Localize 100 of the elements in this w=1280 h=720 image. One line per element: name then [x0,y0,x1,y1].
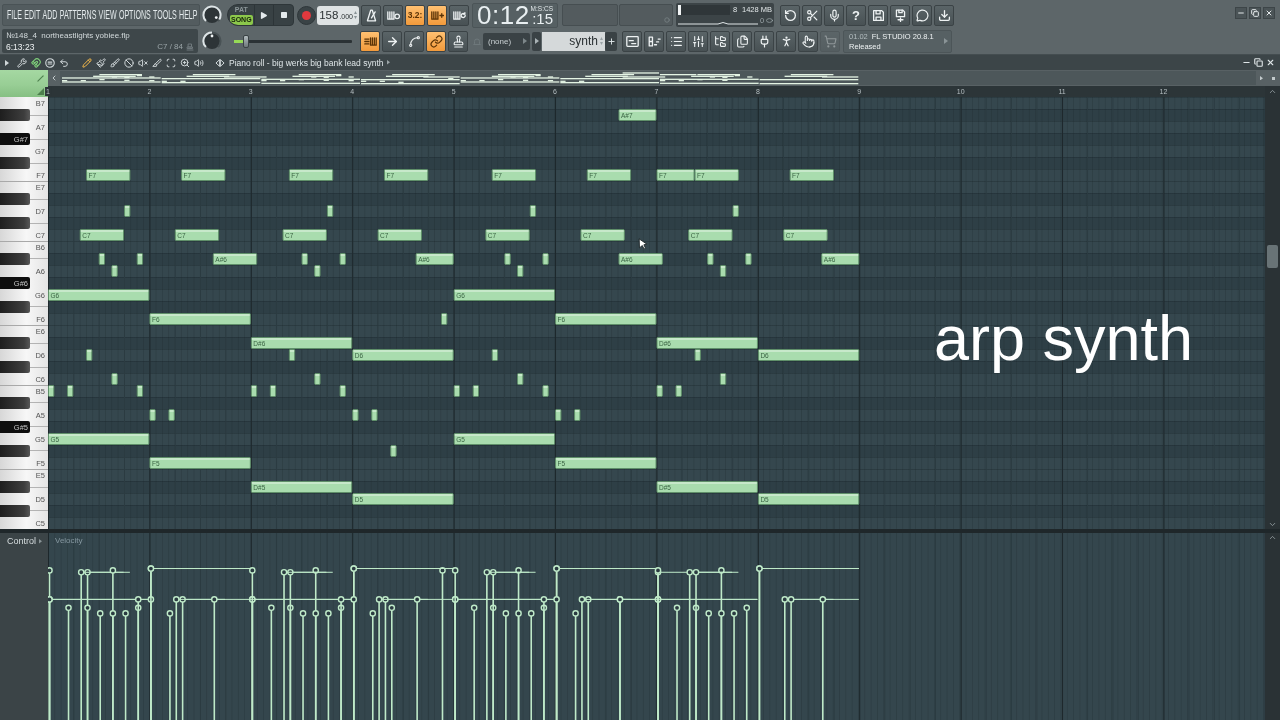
microphone-button[interactable] [824,4,844,26]
note[interactable] [352,409,359,421]
note[interactable] [732,205,739,217]
view-button[interactable] [732,30,752,52]
note[interactable] [542,253,549,265]
note[interactable] [472,385,479,397]
menu-item[interactable]: VIEW [98,8,117,22]
toggle-button[interactable] [361,4,381,26]
pattern-overview[interactable] [60,71,1256,85]
note[interactable] [86,349,93,361]
toggle-button[interactable] [404,30,424,52]
toggle-button[interactable]: 3.2: [405,4,425,26]
note[interactable] [675,385,682,397]
menu-item[interactable]: PATTERNS [59,8,97,22]
note[interactable] [371,409,378,421]
note[interactable] [111,373,118,385]
toggle-button[interactable] [426,30,446,52]
close-button[interactable] [1263,7,1275,19]
keys-loop-icon [452,8,466,22]
note[interactable] [707,253,714,265]
help-button[interactable]: ? [846,4,866,26]
menu-item[interactable]: TOOLS [152,8,177,22]
view-button[interactable] [666,30,686,52]
sliders-icon [691,34,705,48]
channel-dropdown[interactable]: (none) [483,32,530,50]
note[interactable] [694,349,701,361]
note[interactable] [390,445,397,457]
note[interactable] [542,385,549,397]
menu-item[interactable]: HELP [179,8,198,22]
note[interactable] [48,385,55,397]
oval-icon [766,18,774,23]
note[interactable] [656,385,663,397]
toggle-button[interactable] [383,4,403,26]
note[interactable] [124,205,131,217]
note[interactable] [574,409,581,421]
note[interactable] [339,385,346,397]
toggle-button[interactable] [382,30,402,52]
view-button[interactable] [710,30,730,52]
view-button[interactable] [622,30,642,52]
restore-button[interactable] [1249,7,1261,19]
note[interactable] [719,373,727,385]
minimize-button[interactable] [1235,7,1247,19]
note[interactable] [719,265,727,277]
note[interactable] [517,373,524,385]
note[interactable] [453,385,460,397]
note[interactable] [136,385,144,397]
note[interactable] [111,265,118,277]
view-button[interactable] [688,30,708,52]
note[interactable] [269,385,277,397]
note[interactable] [517,265,524,277]
view-button[interactable] [798,30,818,52]
note[interactable] [314,265,321,277]
vertical-scrollbar[interactable] [1265,97,1280,529]
save-version-button[interactable] [890,4,910,26]
link-icon [429,34,443,48]
view-button[interactable] [776,30,796,52]
slider-thumb[interactable] [242,34,249,48]
pointing-hand-icon [801,34,815,48]
knob[interactable] [202,31,222,51]
add-pattern-button[interactable] [605,31,617,51]
cut-button[interactable] [802,4,822,26]
circle-icon [664,17,670,23]
note[interactable] [149,409,156,421]
toggle-button[interactable] [448,30,468,52]
control-menu-button[interactable]: Control [7,536,42,547]
note[interactable] [250,385,258,397]
toggle-button[interactable] [360,30,380,52]
toggle-button[interactable] [427,4,447,26]
pattern-menu-button[interactable] [532,31,541,51]
note[interactable] [504,253,511,265]
note[interactable] [529,205,537,217]
save-button[interactable] [868,4,888,26]
download-button[interactable] [934,4,954,26]
note[interactable] [98,253,106,265]
menu-item[interactable]: OPTIONS [118,8,151,22]
note[interactable] [555,409,562,421]
chat-button[interactable] [912,4,932,26]
scrollbar-thumb[interactable] [1267,245,1278,268]
note[interactable] [136,253,144,265]
microphone-icon [827,8,841,22]
menu-item[interactable]: ADD [42,8,58,22]
menu-item[interactable]: EDIT [24,8,41,22]
note[interactable] [301,253,308,265]
view-button[interactable] [754,30,774,52]
note[interactable] [326,205,334,217]
note[interactable] [67,385,74,397]
note[interactable] [288,349,296,361]
note-readout: C7 / 84 [157,41,183,52]
menu-item[interactable]: FILE [7,8,22,22]
pattern-field[interactable]: synth [542,31,605,51]
view-button[interactable] [644,30,664,52]
note[interactable] [745,253,752,265]
note[interactable] [168,409,175,421]
note[interactable] [491,349,499,361]
toggle-button[interactable] [449,4,469,26]
note[interactable] [339,253,346,265]
note[interactable] [441,313,448,325]
vertical-scrollbar[interactable] [1265,533,1280,720]
history-button[interactable] [780,4,800,26]
note[interactable] [314,373,321,385]
